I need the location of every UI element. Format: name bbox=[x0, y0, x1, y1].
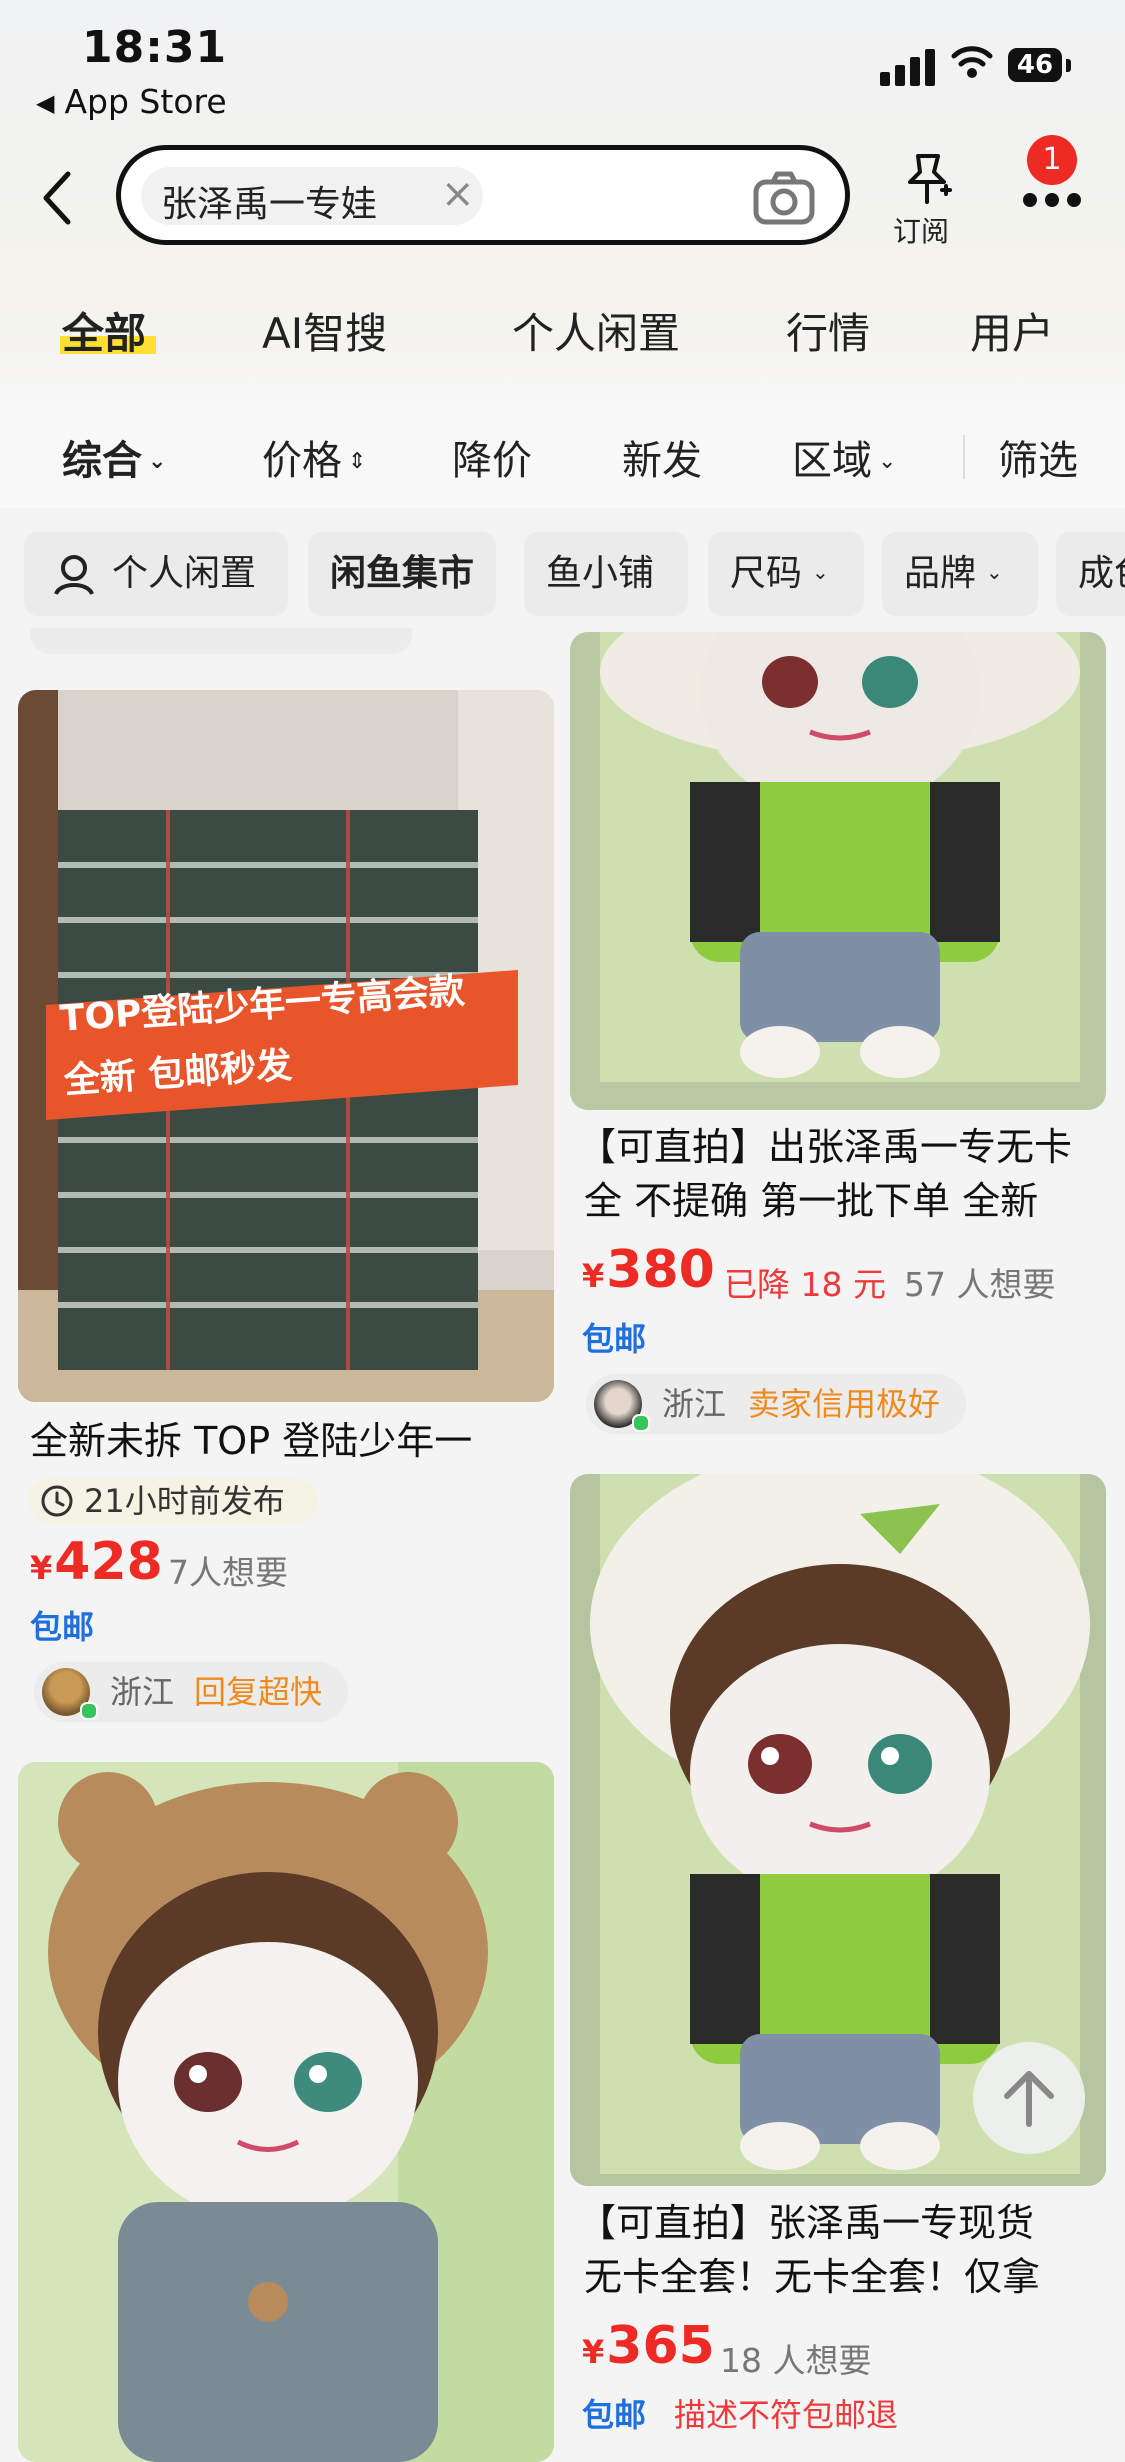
back-to-app-store[interactable]: ◀ App Store bbox=[36, 82, 227, 121]
listing-photo-bear-doll[interactable] bbox=[18, 1762, 554, 2462]
chevron-down-icon: ⌄ bbox=[878, 449, 897, 474]
sort-bar bbox=[0, 400, 1125, 508]
chip-brand-label: 品牌 bbox=[904, 553, 977, 594]
listing-price: ¥365 bbox=[582, 2316, 715, 2376]
bear-hood-doll-image bbox=[18, 1762, 554, 2462]
sort-updown-icon: ⇕ bbox=[348, 449, 367, 474]
subscribe-label[interactable]: 订阅 bbox=[893, 210, 949, 250]
tab-personal-idle[interactable]: 个人闲置 bbox=[512, 300, 680, 361]
seller-location: 浙江 bbox=[110, 1673, 175, 1711]
back-triangle-icon: ◀ bbox=[36, 89, 55, 117]
listing-title-line-1[interactable]: 【可直拍】张泽禹一专现货 bbox=[578, 2196, 1034, 2250]
sort-price-label: 价格 bbox=[262, 438, 342, 484]
wifi-icon bbox=[951, 46, 993, 78]
chip-personal-idle[interactable]: 个人闲置 bbox=[24, 532, 288, 616]
chip-personal-idle-label: 个人闲置 bbox=[112, 553, 257, 594]
back-to-top-button[interactable] bbox=[973, 2042, 1085, 2154]
chevron-down-icon: ⌄ bbox=[986, 560, 1003, 584]
seller-tag: 回复超快 bbox=[194, 1673, 323, 1711]
want-count: 18 人想要 bbox=[720, 2341, 872, 2380]
clear-query-icon[interactable]: × bbox=[441, 171, 475, 217]
listing-title[interactable]: 全新未拆 TOP 登陆少年一 bbox=[30, 1414, 472, 1468]
tab-users[interactable]: 用户 bbox=[970, 300, 1054, 361]
subscribe-pin-icon[interactable] bbox=[898, 150, 956, 208]
seller-info[interactable]: 浙江 卖家信用极好 bbox=[586, 1374, 966, 1434]
chip-brand[interactable]: 品牌 ⌄ bbox=[882, 532, 1038, 616]
battery-indicator: 46 bbox=[1008, 48, 1062, 82]
sort-price-drop[interactable]: 降价 bbox=[452, 428, 532, 486]
sort-price[interactable]: 价格 ⇕ bbox=[262, 428, 366, 486]
online-dot bbox=[632, 1414, 650, 1432]
previous-card-seller-pill[interactable] bbox=[30, 628, 412, 654]
posted-time-text: 21小时前发布 bbox=[84, 1482, 285, 1520]
battery-nub bbox=[1066, 59, 1071, 72]
price-drop-and-want: 已降 18 元 57 人想要 bbox=[724, 1258, 1055, 1306]
free-shipping-tag: 包邮 bbox=[582, 1320, 647, 1358]
status-time: 18:31 bbox=[82, 22, 228, 73]
listing-title-line-1[interactable]: 【可直拍】出张泽禹一专无卡 bbox=[578, 1120, 1072, 1174]
seller-tag: 卖家信用极好 bbox=[748, 1385, 941, 1423]
want-count: 7人想要 bbox=[168, 1553, 288, 1592]
listing-photo-doll-1[interactable] bbox=[570, 632, 1106, 1110]
sort-new[interactable]: 新发 bbox=[622, 428, 702, 486]
camera-search-icon[interactable] bbox=[753, 170, 815, 226]
chip-fish-shop[interactable]: 鱼小铺 bbox=[524, 532, 688, 616]
online-dot bbox=[80, 1702, 98, 1720]
chevron-down-icon: ⌄ bbox=[148, 449, 167, 474]
free-shipping-tag: 包邮 bbox=[30, 1608, 95, 1646]
back-app-label: App Store bbox=[64, 82, 227, 121]
clock-icon bbox=[41, 1485, 73, 1517]
free-shipping-tag: 包邮 bbox=[582, 2396, 647, 2434]
tab-ai-search[interactable]: AI智搜 bbox=[262, 300, 387, 361]
sort-region[interactable]: 区域 ⌄ bbox=[792, 428, 896, 486]
chip-size-label: 尺码 bbox=[730, 553, 803, 594]
search-query-text: 张泽禹一专娃 bbox=[161, 184, 378, 225]
listing-title-line-2[interactable]: 全 不提确 第一批下单 全新 bbox=[584, 1174, 1038, 1228]
chip-condition[interactable]: 成色 bbox=[1056, 532, 1125, 616]
back-arrow-icon[interactable] bbox=[38, 168, 78, 228]
sort-comprehensive[interactable]: 综合 ⌄ bbox=[62, 428, 166, 486]
seller-info[interactable]: 浙江 回复超快 bbox=[34, 1662, 348, 1722]
tab-all[interactable]: 全部 bbox=[62, 300, 146, 361]
posted-time-badge: 21小时前发布 bbox=[28, 1478, 318, 1524]
person-icon bbox=[54, 555, 94, 596]
more-options-icon[interactable] bbox=[1020, 190, 1084, 210]
search-query-chip[interactable]: 张泽禹一专娃 × bbox=[141, 167, 483, 225]
chip-xianyu-market[interactable]: 闲鱼集市 bbox=[308, 532, 496, 616]
listing-title-line-2[interactable]: 无卡全套！无卡全套！仅拿 bbox=[584, 2250, 1040, 2304]
divider bbox=[963, 435, 965, 479]
sort-comprehensive-label: 综合 bbox=[62, 438, 142, 484]
filter-button[interactable]: 筛选 bbox=[998, 428, 1078, 486]
price-drop-text: 已降 18 元 bbox=[724, 1265, 886, 1304]
listing-price: ¥428 bbox=[30, 1532, 163, 1592]
want-count: 57 人想要 bbox=[903, 1265, 1056, 1304]
seller-location: 浙江 bbox=[662, 1385, 727, 1423]
chip-size[interactable]: 尺码 ⌄ bbox=[708, 532, 864, 616]
return-policy-tag: 描述不符包邮退 bbox=[674, 2396, 899, 2434]
tab-market[interactable]: 行情 bbox=[786, 300, 870, 361]
arrow-up-icon bbox=[1004, 2071, 1054, 2127]
search-input[interactable]: 张泽禹一专娃 × bbox=[116, 145, 850, 245]
sort-region-label: 区域 bbox=[792, 438, 872, 484]
listing-price: ¥380 bbox=[582, 1240, 715, 1300]
doll-green-jersey-image bbox=[570, 632, 1106, 1110]
listing-photo-boxes[interactable]: TOP登陆少年一专高会款 全新 包邮秒发 bbox=[18, 690, 554, 1402]
notification-badge: 1 bbox=[1027, 135, 1077, 185]
chevron-down-icon: ⌄ bbox=[812, 560, 829, 584]
cellular-signal-icon bbox=[880, 46, 940, 86]
